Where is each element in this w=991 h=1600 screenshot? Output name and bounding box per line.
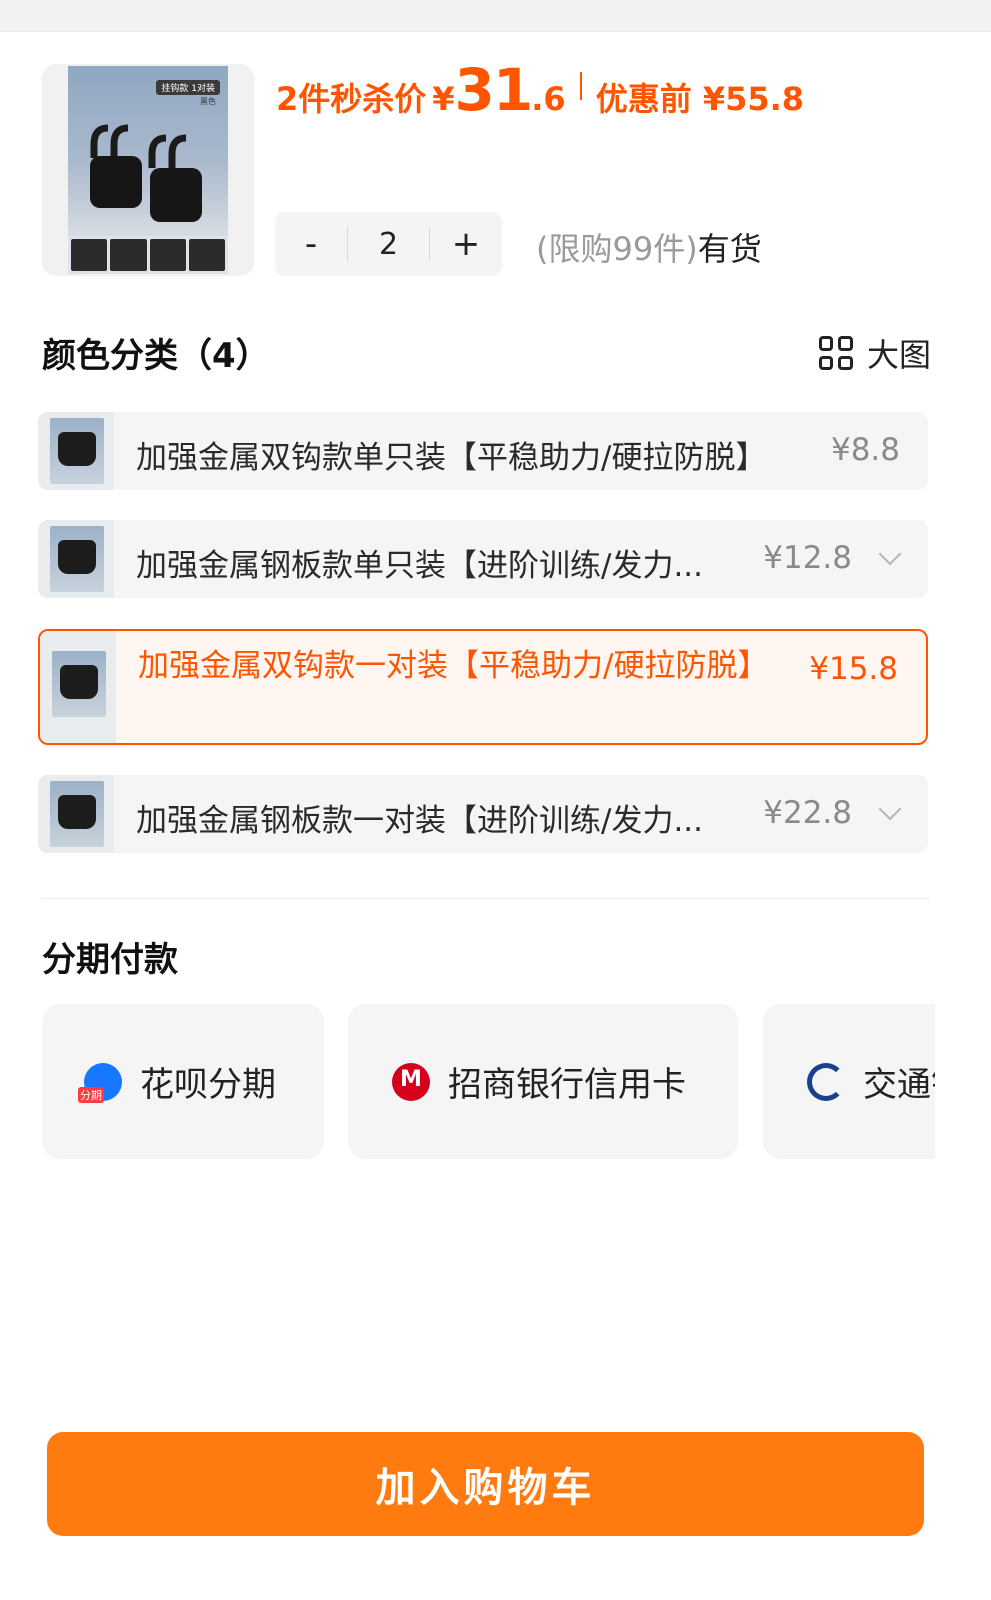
price-integer: 31 <box>454 56 534 124</box>
installment-option-bocom[interactable]: 交通银行信用卡 <box>763 1004 935 1159</box>
cmb-icon <box>392 1062 430 1101</box>
option-thumbnail <box>40 631 116 743</box>
purchase-limit: (限购99件) <box>536 230 698 268</box>
option-thumbnail <box>38 412 114 490</box>
quantity-stepper: - 2 + <box>275 212 502 276</box>
option-thumbnail <box>38 520 114 598</box>
installment-label: 花呗分期 <box>140 1065 276 1105</box>
big-view-label: 大图 <box>866 336 931 374</box>
installment-option-cmb[interactable]: 招商银行信用卡 <box>348 1004 738 1159</box>
price-separator <box>579 72 582 100</box>
option-price: ¥12.8 <box>763 540 852 576</box>
huabei-icon <box>78 1062 122 1103</box>
section-divider <box>42 898 930 899</box>
product-image[interactable]: 挂钩款 1对装 黑色 <box>42 64 254 276</box>
installment-label: 交通银行信用卡 <box>863 1065 935 1105</box>
installment-label: 招商银行信用卡 <box>448 1065 686 1105</box>
lifting-hooks-graphic <box>90 124 202 222</box>
color-option-3-selected[interactable]: 加强金属双钩款一对装【平稳助力/硬拉防脱】 ¥15.8 <box>38 629 928 745</box>
option-price: ¥22.8 <box>763 795 852 831</box>
chevron-down-icon[interactable] <box>878 542 902 566</box>
price-line: 2件秒杀价 ¥ 31 .6 优惠前 ¥55.8 <box>276 56 804 124</box>
color-option-1[interactable]: 加强金属双钩款单只装【平稳助力/硬拉防脱】 ¥8.8 <box>38 412 928 490</box>
thumb-detail-strip <box>68 236 228 274</box>
installment-option-huabei[interactable]: 花呗分期 <box>42 1004 324 1159</box>
option-price: ¥15.8 <box>809 651 898 687</box>
color-section-title: 颜色分类（4） <box>42 336 270 376</box>
price-prefix: 2件秒杀价 <box>276 80 427 118</box>
option-thumbnail <box>38 775 114 853</box>
chevron-down-icon[interactable] <box>878 797 902 821</box>
color-option-2[interactable]: 加强金属钢板款单只装【进阶训练/发力... ¥12.8 <box>38 520 928 598</box>
option-price: ¥8.8 <box>830 432 900 468</box>
price-currency: ¥ <box>432 80 455 118</box>
price-before-discount: 优惠前 ¥55.8 <box>595 80 805 118</box>
stock-info: (限购99件)有货 <box>536 224 762 270</box>
top-strip <box>0 0 991 32</box>
option-label: 加强金属钢板款单只装【进阶训练/发力... <box>136 548 704 584</box>
product-photo: 挂钩款 1对装 黑色 <box>68 66 228 274</box>
decrease-button[interactable]: - <box>275 212 347 276</box>
color-option-4[interactable]: 加强金属钢板款一对装【进阶训练/发力... ¥22.8 <box>38 775 928 853</box>
increase-button[interactable]: + <box>430 212 502 276</box>
big-view-toggle[interactable]: 大图 <box>818 330 931 376</box>
option-label: 加强金属双钩款一对装【平稳助力/硬拉防脱】 <box>138 648 769 684</box>
stock-status: 有货 <box>697 230 762 268</box>
option-label: 加强金属双钩款单只装【平稳助力/硬拉防脱】 <box>136 440 767 476</box>
bocom-icon <box>807 1062 845 1101</box>
grid-icon <box>818 336 853 370</box>
quantity-value[interactable]: 2 <box>348 227 429 262</box>
option-label: 加强金属钢板款一对装【进阶训练/发力... <box>136 803 704 839</box>
installment-section-title: 分期付款 <box>42 940 178 980</box>
add-to-cart-button[interactable]: 加入购物车 <box>47 1432 924 1536</box>
price-decimal: .6 <box>531 80 566 118</box>
